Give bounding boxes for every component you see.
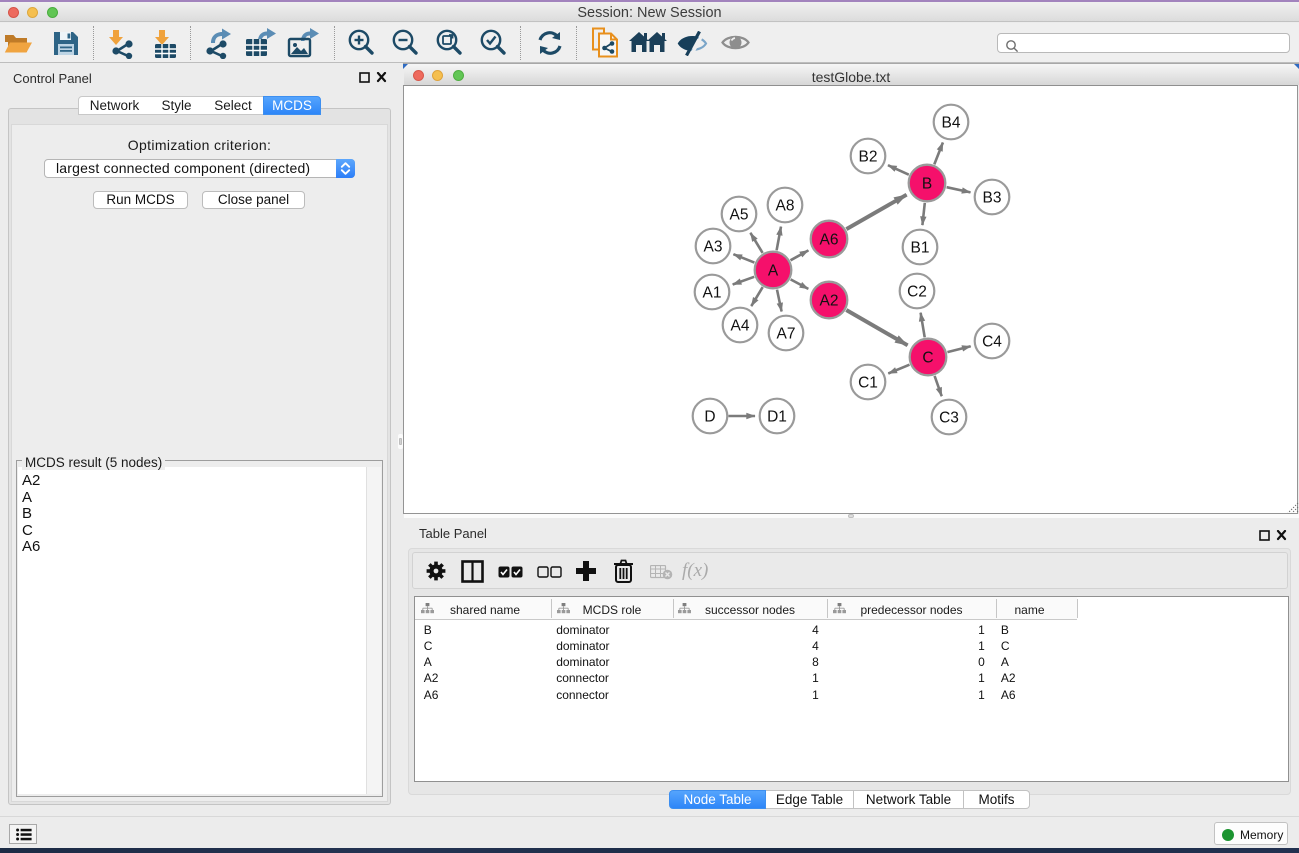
svg-text:C3: C3 xyxy=(939,410,959,427)
svg-text:B: B xyxy=(922,176,932,193)
svg-text:A2: A2 xyxy=(820,293,839,310)
svg-text:D: D xyxy=(704,409,715,426)
svg-text:B1: B1 xyxy=(911,240,930,257)
svg-text:B4: B4 xyxy=(942,115,961,132)
svg-text:A3: A3 xyxy=(704,239,723,256)
svg-text:A6: A6 xyxy=(820,232,839,249)
svg-text:A8: A8 xyxy=(776,198,795,215)
svg-text:A7: A7 xyxy=(777,326,796,343)
svg-text:B3: B3 xyxy=(983,190,1002,207)
svg-text:A4: A4 xyxy=(731,318,750,335)
svg-text:D1: D1 xyxy=(767,409,787,426)
svg-text:A5: A5 xyxy=(730,207,749,224)
svg-text:C4: C4 xyxy=(982,334,1002,351)
svg-text:C: C xyxy=(922,350,933,367)
svg-text:A: A xyxy=(768,263,779,280)
svg-text:A1: A1 xyxy=(703,285,722,302)
svg-text:B2: B2 xyxy=(859,149,878,166)
svg-text:C1: C1 xyxy=(858,375,878,392)
svg-text:C2: C2 xyxy=(907,284,927,301)
